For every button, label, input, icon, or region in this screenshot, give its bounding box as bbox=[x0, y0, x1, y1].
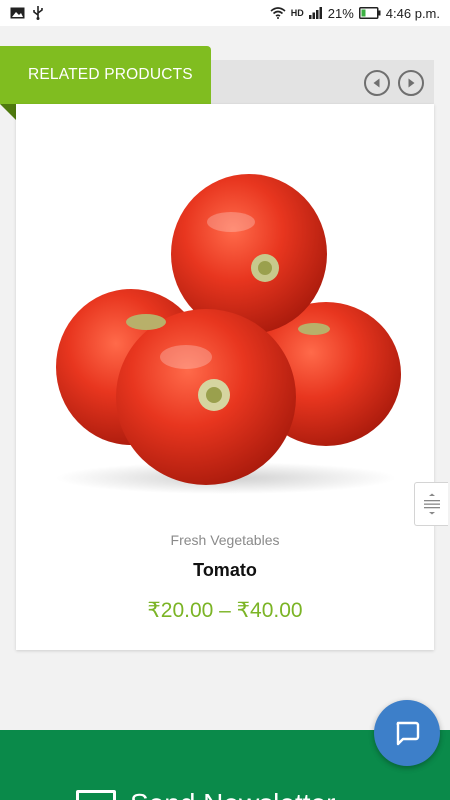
carousel-prev-button[interactable] bbox=[364, 70, 390, 96]
newsletter-label: Send Newsletter bbox=[130, 788, 335, 800]
related-products-heading: RELATED PRODUCTS bbox=[0, 46, 211, 104]
status-bar: HD 21% 4:46 p.m. bbox=[0, 0, 450, 26]
product-price: ₹20.00 – ₹40.00 bbox=[147, 599, 303, 622]
clock: 4:46 p.m. bbox=[385, 5, 440, 21]
triangle-left-icon bbox=[373, 78, 380, 88]
usb-icon bbox=[33, 6, 43, 20]
product-card[interactable]: Fresh Vegetables Tomato ₹20.00 – ₹40.00 bbox=[16, 104, 434, 650]
status-left bbox=[10, 6, 43, 20]
ribbon-fold bbox=[0, 104, 16, 120]
signal-icon bbox=[308, 7, 323, 19]
related-products-title: RELATED PRODUCTS bbox=[28, 66, 193, 83]
newsletter[interactable]: Send Newsletter bbox=[76, 788, 335, 800]
product-image[interactable] bbox=[36, 142, 416, 502]
envelope-icon bbox=[76, 790, 116, 800]
gallery-icon bbox=[10, 7, 25, 19]
hd-label: HD bbox=[290, 8, 304, 18]
wifi-icon bbox=[270, 7, 286, 19]
carousel-nav bbox=[364, 70, 424, 96]
chat-button[interactable] bbox=[374, 700, 440, 766]
carousel-next-button[interactable] bbox=[398, 70, 424, 96]
product-category[interactable]: Fresh Vegetables bbox=[16, 532, 434, 548]
status-right: HD 21% 4:46 p.m. bbox=[270, 6, 440, 21]
triangle-right-icon bbox=[408, 78, 415, 88]
side-panel-handle[interactable] bbox=[414, 482, 448, 526]
product-title[interactable]: Tomato bbox=[16, 560, 434, 581]
battery-percent: 21% bbox=[327, 5, 354, 21]
battery-icon bbox=[358, 7, 381, 19]
page: RELATED PRODUCTS Fresh Vegetables Tomato… bbox=[0, 26, 450, 800]
sort-lines-icon bbox=[423, 493, 440, 515]
chat-bubble-icon bbox=[396, 721, 420, 746]
